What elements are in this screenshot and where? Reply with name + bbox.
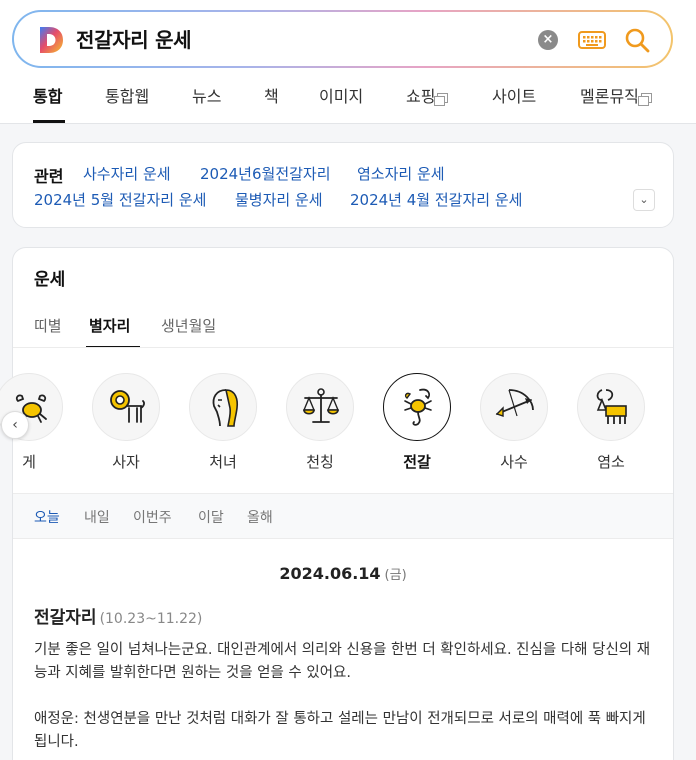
related-link[interactable]: 염소자리 운세 bbox=[357, 164, 445, 184]
zodiac-label: 사수 bbox=[500, 453, 528, 471]
related-link[interactable]: 2024년6월전갈자리 bbox=[200, 164, 331, 184]
zodiac-label: 천칭 bbox=[306, 453, 334, 471]
zodiac-item-scorpio[interactable]: 전갈 bbox=[383, 373, 451, 472]
related-title: 관련 bbox=[34, 167, 64, 186]
period-tab-this-week[interactable]: 이번주 bbox=[133, 507, 172, 527]
sign-heading: 전갈자리 (10.23~11.22) bbox=[34, 603, 202, 628]
sagittarius-icon bbox=[480, 373, 548, 441]
external-link-icon bbox=[434, 93, 449, 106]
tab-integrated-web[interactable]: 통합웹 bbox=[105, 86, 149, 108]
period-tab-today[interactable]: 오늘 bbox=[34, 507, 60, 527]
zodiac-label: 사자 bbox=[112, 453, 140, 471]
zodiac-label: 염소 bbox=[597, 453, 625, 471]
zodiac-label: 게 bbox=[22, 453, 36, 471]
header: 전갈자리 운세 × 통합 통합웹 뉴스 책 이미지 쇼핑 사이트 멜론뮤직 bbox=[0, 0, 696, 124]
virgo-icon bbox=[189, 373, 257, 441]
fortune-title: 운세 bbox=[34, 270, 66, 290]
tab-melon-music[interactable]: 멜론뮤직 bbox=[580, 86, 652, 108]
zodiac-item-virgo[interactable]: 처녀 bbox=[189, 373, 257, 472]
love-fortune-paragraph: 애정운: 천생연분을 만난 것처럼 대화가 잘 통하고 설레는 만남이 전개되므… bbox=[34, 711, 646, 750]
tab-images[interactable]: 이미지 bbox=[319, 86, 363, 108]
chevron-left-icon: ‹ bbox=[12, 417, 18, 433]
sign-name: 전갈자리 bbox=[34, 608, 97, 628]
day-of-week: (금) bbox=[384, 568, 407, 583]
fortune-date: 2024.06.14 (금) bbox=[13, 564, 673, 583]
zodiac-item-leo[interactable]: 사자 bbox=[92, 373, 160, 472]
carousel-prev-button[interactable]: ‹ bbox=[1, 411, 29, 439]
period-tab-tomorrow[interactable]: 내일 bbox=[84, 507, 110, 527]
related-link[interactable]: 2024년 4월 전갈자리 운세 bbox=[350, 190, 522, 210]
expand-related-button[interactable]: ⌄ bbox=[633, 189, 655, 211]
search-box[interactable]: 전갈자리 운세 × bbox=[14, 12, 671, 66]
tab-shopping-label: 쇼핑 bbox=[406, 87, 436, 106]
zodiac-label: 전갈 bbox=[403, 453, 431, 471]
period-tab-this-year[interactable]: 올해 bbox=[247, 507, 273, 527]
libra-icon bbox=[286, 373, 354, 441]
scorpio-icon bbox=[383, 373, 451, 441]
tab-integrated[interactable]: 통합 bbox=[33, 86, 62, 108]
sign-date-range: (10.23~11.22) bbox=[99, 611, 203, 627]
zodiac-item-capricorn[interactable]: 염소 bbox=[577, 373, 645, 472]
fortune-paragraph: 기분 좋은 일이 넘쳐나는군요. 대인관계에서 의리와 신용을 한번 더 확인하… bbox=[34, 642, 651, 681]
zodiac-item-sagittarius[interactable]: 사수 bbox=[480, 373, 548, 472]
clear-search-button[interactable]: × bbox=[538, 30, 558, 50]
chevron-down-icon: ⌄ bbox=[639, 193, 649, 206]
related-link[interactable]: 물병자리 운세 bbox=[235, 190, 323, 210]
related-searches: 관련 사수자리 운세 2024년6월전갈자리 염소자리 운세 2024년 5월 … bbox=[12, 142, 674, 228]
divider bbox=[13, 347, 673, 348]
subtab-constellation[interactable]: 별자리 bbox=[89, 315, 130, 336]
capricorn-icon bbox=[577, 373, 645, 441]
tab-news[interactable]: 뉴스 bbox=[192, 86, 221, 108]
search-input[interactable]: 전갈자리 운세 bbox=[76, 26, 192, 54]
subtab-zodiac-animal[interactable]: 띠별 bbox=[34, 315, 62, 336]
period-tab-this-month[interactable]: 이달 bbox=[198, 507, 224, 527]
tab-melon-music-label: 멜론뮤직 bbox=[580, 87, 639, 106]
search-icon[interactable] bbox=[623, 26, 651, 54]
period-tabs: 오늘 내일 이번주 이달 올해 bbox=[13, 493, 673, 539]
zodiac-label: 처녀 bbox=[209, 453, 237, 471]
search-tabs: 통합 통합웹 뉴스 책 이미지 쇼핑 사이트 멜론뮤직 bbox=[0, 76, 696, 124]
daum-logo-icon[interactable] bbox=[38, 26, 64, 54]
active-tab-indicator bbox=[33, 120, 65, 123]
related-link[interactable]: 사수자리 운세 bbox=[83, 164, 171, 184]
zodiac-item-libra[interactable]: 천칭 bbox=[286, 373, 354, 472]
tab-sites[interactable]: 사이트 bbox=[492, 86, 536, 108]
external-link-icon bbox=[637, 93, 652, 106]
keyboard-icon[interactable] bbox=[577, 28, 607, 52]
related-link[interactable]: 2024년 5월 전갈자리 운세 bbox=[34, 190, 206, 210]
subtab-birthdate[interactable]: 생년월일 bbox=[161, 315, 216, 336]
tab-shopping[interactable]: 쇼핑 bbox=[406, 86, 449, 108]
tab-books[interactable]: 책 bbox=[264, 86, 279, 108]
date-value: 2024.06.14 bbox=[279, 564, 381, 583]
leo-icon bbox=[92, 373, 160, 441]
fortune-card: 운세 띠별 별자리 생년월일 게 ‹ 사자 처녀 천칭 전갈 사수 염소 오늘 … bbox=[0, 247, 674, 760]
search-bar: 전갈자리 운세 × bbox=[12, 10, 673, 68]
